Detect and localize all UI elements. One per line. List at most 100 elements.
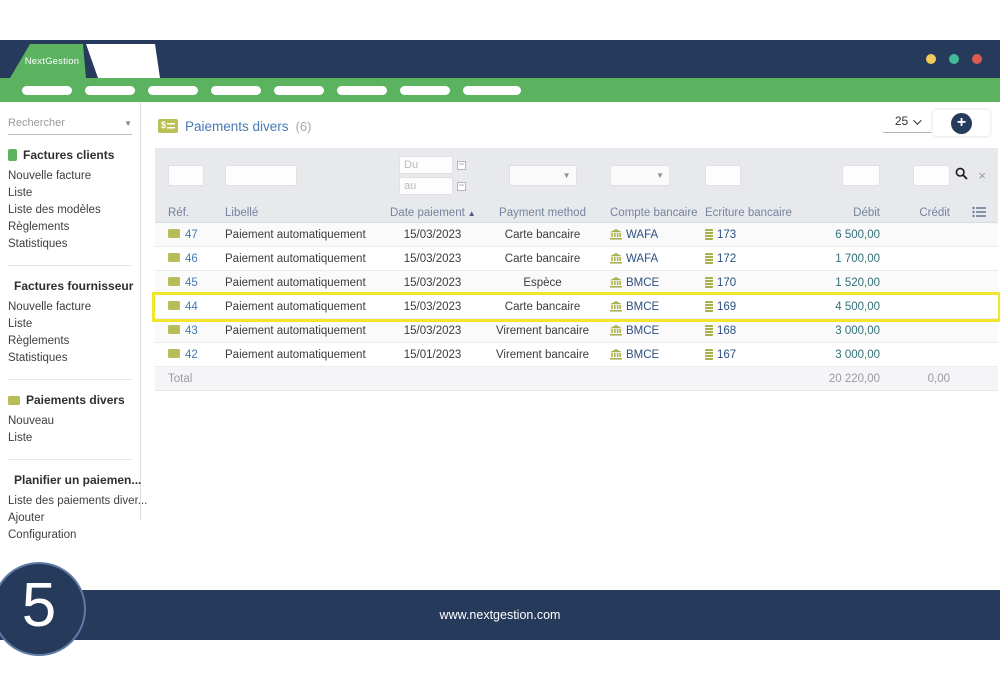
col-ecriture[interactable]: Écriture bancaire (705, 207, 800, 219)
bank-entry-link[interactable]: 170 (717, 277, 736, 289)
sidebar-item[interactable]: Liste des paiements diver... (8, 493, 132, 510)
date-to-input[interactable] (399, 177, 453, 195)
ref-link[interactable]: 42 (185, 349, 198, 361)
col-compte[interactable]: Compte bancaire (610, 207, 705, 219)
nav-menu-placeholder[interactable] (148, 86, 198, 95)
logo: NextGestion (8, 44, 88, 78)
payment-method-cell: Virement bancaire (475, 349, 610, 361)
calendar-icon[interactable] (457, 161, 466, 170)
calendar-icon[interactable] (457, 182, 466, 191)
ref-link[interactable]: 43 (185, 325, 198, 337)
ledger-icon (705, 253, 713, 264)
libelle-cell: Paiement automatiquement (225, 349, 390, 361)
sidebar-search-select[interactable]: Rechercher ▼ (8, 116, 132, 135)
sidebar-item[interactable]: Liste (8, 316, 132, 333)
sidebar-item[interactable]: Règlements (8, 219, 132, 236)
add-payment-button[interactable]: + (933, 110, 990, 136)
date-cell: 15/03/2023 (390, 277, 475, 289)
page-size-dropdown[interactable]: 25 (883, 114, 931, 133)
payment-card-icon (168, 325, 180, 334)
sidebar-item[interactable]: Liste des modèles (8, 202, 132, 219)
sidebar-item[interactable]: Liste (8, 430, 132, 447)
col-date[interactable]: Date paiement▲ (390, 207, 475, 219)
nav-menu-placeholder[interactable] (85, 86, 135, 95)
sidebar-item[interactable]: Statistiques (8, 236, 132, 253)
sidebar-item[interactable]: Ajouter (8, 510, 132, 527)
table-row-highlighted[interactable]: 44Paiement automatiquement15/03/2023Cart… (155, 295, 998, 319)
sidebar-section-title[interactable]: Factures clients (8, 148, 132, 162)
ledger-icon (705, 277, 713, 288)
bank-account-link[interactable]: WAFA (626, 253, 658, 265)
nav-menu-placeholder[interactable] (274, 86, 324, 95)
bank-account-link[interactable]: BMCE (626, 349, 659, 361)
table-row[interactable]: 47Paiement automatiquement15/03/2023Cart… (155, 223, 998, 247)
sidebar-item[interactable]: Liste (8, 185, 132, 202)
bank-entry-link[interactable]: 167 (717, 349, 736, 361)
column-settings-icon[interactable] (950, 206, 998, 218)
bank-entry-link[interactable]: 172 (717, 253, 736, 265)
ref-link[interactable]: 47 (185, 229, 198, 241)
sidebar-item[interactable]: Statistiques (8, 350, 132, 367)
bank-account-link[interactable]: BMCE (626, 277, 659, 289)
nav-menu-placeholder[interactable] (337, 86, 387, 95)
nav-menu-placeholder[interactable] (22, 86, 72, 95)
bank-icon (610, 229, 622, 241)
bank-account-link[interactable]: WAFA (626, 229, 658, 241)
nav-menu-placeholder[interactable] (400, 86, 450, 95)
col-debit[interactable]: Débit (800, 207, 880, 219)
bank-account-filter-select[interactable]: ▼ (610, 165, 670, 186)
sidebar-section: Planifier un paiemen... Liste des paiemen… (8, 459, 132, 544)
bank-entry-link[interactable]: 173 (717, 229, 736, 241)
sidebar-item[interactable]: Nouvelle facture (8, 168, 132, 185)
table-row[interactable]: 46Paiement automatiquement15/03/2023Cart… (155, 247, 998, 271)
ledger-icon (705, 325, 713, 336)
step-number-badge: 5 (0, 562, 86, 656)
payment-method-filter-select[interactable]: ▼ (509, 165, 577, 186)
ref-link[interactable]: 45 (185, 277, 198, 289)
sidebar-item[interactable]: Nouveau (8, 413, 132, 430)
debit-filter-input[interactable] (842, 165, 880, 186)
bank-entry-link[interactable]: 168 (717, 325, 736, 337)
nav-menu-placeholder[interactable] (211, 86, 261, 95)
total-row: Total 20 220,00 0,00 (155, 367, 998, 391)
libelle-cell: Paiement automatiquement (225, 229, 390, 241)
nav-menu-placeholder[interactable] (463, 86, 521, 95)
payment-method-cell: Virement bancaire (475, 325, 610, 337)
clear-filters-icon[interactable]: × (978, 168, 986, 183)
date-cell: 15/01/2023 (390, 349, 475, 361)
nav-menu (0, 78, 1000, 102)
bank-account-link[interactable]: BMCE (626, 301, 659, 313)
col-method[interactable]: Payment method (475, 207, 610, 219)
ref-link[interactable]: 44 (185, 301, 198, 313)
entry-filter-input[interactable] (705, 165, 741, 186)
table-row[interactable]: 43Paiement automatiquement15/03/2023Vire… (155, 319, 998, 343)
app-window: NextGestion Rechercher ▼ Factures client… (0, 0, 1000, 679)
table-row[interactable]: 45Paiement automatiquement15/03/2023Espè… (155, 271, 998, 295)
col-libelle[interactable]: Libellé (225, 207, 390, 219)
bank-account-link[interactable]: BMCE (626, 325, 659, 337)
credit-filter-input[interactable] (913, 165, 950, 186)
col-ref[interactable]: Réf. (155, 207, 225, 219)
ref-link[interactable]: 46 (185, 253, 198, 265)
sidebar-section-title[interactable]: Planifier un paiemen... (8, 473, 132, 487)
sidebar-section-label: Paiements divers (26, 393, 125, 407)
payment-card-icon (168, 277, 180, 286)
window-titlebar: NextGestion (0, 40, 1000, 78)
bank-icon (610, 253, 622, 265)
ref-filter-input[interactable] (168, 165, 204, 186)
sidebar-section-title[interactable]: Factures fournisseur (8, 279, 132, 293)
libelle-cell: Paiement automatiquement (225, 325, 390, 337)
sidebar-item[interactable]: Règlements (8, 333, 132, 350)
ledger-icon (705, 301, 713, 312)
sidebar-section-label: Factures fournisseur (14, 279, 133, 293)
libelle-filter-input[interactable] (225, 165, 297, 186)
date-from-input[interactable] (399, 156, 453, 174)
sidebar-item[interactable]: Configuration (8, 527, 132, 544)
bank-entry-link[interactable]: 169 (717, 301, 736, 313)
sidebar-item[interactable]: Nouvelle facture (8, 299, 132, 316)
debit-value: 6 500,00 (835, 229, 880, 241)
sidebar-section-title[interactable]: Paiements divers (8, 393, 132, 407)
col-credit[interactable]: Crédit (880, 207, 950, 219)
table-row[interactable]: 42 Paiement automatiquement15/01/2023Vire… (155, 343, 998, 367)
search-icon[interactable] (955, 167, 972, 184)
